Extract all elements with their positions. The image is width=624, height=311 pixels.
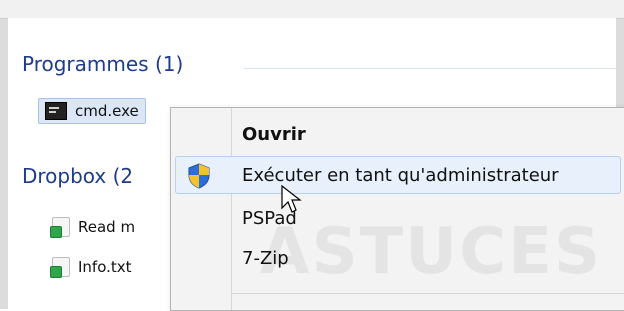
mouse-cursor-icon bbox=[281, 184, 302, 213]
cmd-icon bbox=[45, 102, 67, 120]
group-header-line bbox=[244, 68, 616, 69]
menu-item-run-as-admin[interactable]: Exécuter en tant qu'administrateur bbox=[171, 155, 624, 195]
top-bar bbox=[0, 0, 624, 19]
menu-item-ouvrir[interactable]: Ouvrir bbox=[171, 114, 624, 154]
menu-item-label: 7-Zip bbox=[242, 247, 289, 269]
result-item-label: Info.txt bbox=[78, 258, 132, 276]
text-file-icon bbox=[50, 257, 70, 278]
context-menu: Ouvrir Exécuter en tant qu'administrateu… bbox=[170, 107, 624, 311]
menu-item-label: Ouvrir bbox=[242, 123, 306, 145]
menu-item-label: Exécuter en tant qu'administrateur bbox=[242, 164, 559, 186]
text-file-icon bbox=[50, 217, 70, 238]
result-item-info-txt[interactable]: Info.txt bbox=[50, 257, 132, 278]
window-frame-left bbox=[0, 0, 8, 309]
result-item-cmd[interactable]: cmd.exe bbox=[38, 98, 146, 124]
shield-icon bbox=[188, 163, 210, 189]
menu-item-pspad[interactable]: PSPad bbox=[171, 198, 624, 238]
menu-item-7zip[interactable]: 7-Zip bbox=[171, 238, 624, 278]
result-item-label: cmd.exe bbox=[75, 102, 139, 120]
result-item-label: Read m bbox=[78, 218, 136, 236]
menu-separator bbox=[231, 293, 624, 294]
group-header-dropbox: Dropbox (2 bbox=[22, 164, 134, 188]
result-item-read-me[interactable]: Read m bbox=[50, 217, 136, 238]
group-header-programmes: Programmes (1) bbox=[22, 52, 184, 76]
